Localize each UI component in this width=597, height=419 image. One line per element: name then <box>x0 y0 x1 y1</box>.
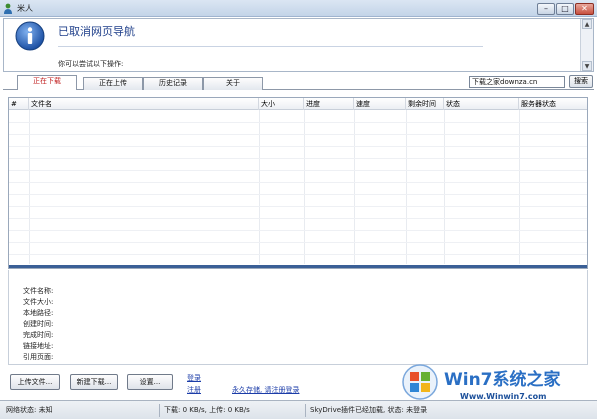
grid-line <box>9 218 587 219</box>
status-bar: 网络状态: 未知 下载: 0 KB/s, 上传: 0 KB/s SkyDrive… <box>0 400 597 419</box>
grid-line <box>9 158 587 159</box>
grid-line <box>9 122 587 123</box>
detail-filename-label: 文件名称: <box>23 287 54 295</box>
maximize-button[interactable]: □ <box>556 3 574 15</box>
col-status[interactable]: 状态 <box>444 98 519 110</box>
browser-scrollbar[interactable]: ▲ ▼ <box>580 19 593 71</box>
tab-about[interactable]: 关于 <box>203 77 263 90</box>
grid-line <box>9 254 587 255</box>
network-status: 网络状态: 未知 <box>2 404 160 417</box>
grid-line <box>9 146 587 147</box>
col-server-status[interactable]: 服务器状态 <box>519 98 587 110</box>
col-size[interactable]: 大小 <box>259 98 304 110</box>
nav-cancelled-heading: 已取消网页导航 <box>58 25 135 38</box>
upload-file-button[interactable]: 上传文件... <box>10 374 60 390</box>
grid-line <box>9 182 587 183</box>
grid-line <box>9 230 587 231</box>
app-person-icon <box>4 3 12 14</box>
nav-hint-text: 你可以尝试以下操作: <box>58 60 124 68</box>
col-index[interactable]: # <box>9 98 29 110</box>
logo-brand-text: Win7系统之家 <box>444 369 561 390</box>
search-input[interactable]: 下载之家downza.cn <box>469 76 565 88</box>
settings-button[interactable]: 设置... <box>127 374 173 390</box>
title-bar: 米人 – □ ✕ <box>0 0 597 17</box>
grid-line <box>9 194 587 195</box>
close-button[interactable]: ✕ <box>575 3 594 15</box>
search-button[interactable]: 搜索 <box>569 75 593 88</box>
list-header: # 文件名 大小 进度 速度 剩余时间 状态 服务器状态 <box>9 98 587 110</box>
transfer-speed-status: 下载: 0 KB/s, 上传: 0 KB/s <box>160 404 306 417</box>
col-filename[interactable]: 文件名 <box>29 98 259 110</box>
detail-completed-label: 完成时间: <box>23 331 54 339</box>
minimize-button[interactable]: – <box>537 3 555 15</box>
plugin-status: SkyDrive插件已经加载, 状态: 未登录 <box>310 406 428 414</box>
info-icon <box>15 21 45 51</box>
grid-line <box>9 134 587 135</box>
detail-referrer-label: 引用页面: <box>23 353 54 361</box>
detail-created-label: 创建时间: <box>23 320 54 328</box>
register-promo-link[interactable]: 永久存储, 请注册登录 <box>232 385 299 395</box>
grid-line <box>9 170 587 171</box>
download-file-list[interactable]: # 文件名 大小 进度 速度 剩余时间 状态 服务器状态 <box>8 97 588 269</box>
detail-filesize-label: 文件大小: <box>23 298 54 306</box>
embedded-browser[interactable]: 已取消网页导航 你可以尝试以下操作: ▲ ▼ <box>3 18 594 72</box>
col-remaining[interactable]: 剩余时间 <box>406 98 444 110</box>
tab-strip: 正在下载 正在上传 历史记录 关于 下载之家downza.cn 搜索 <box>3 74 594 90</box>
scroll-down-arrow-icon[interactable]: ▼ <box>582 61 592 71</box>
grid-line <box>9 242 587 243</box>
col-speed[interactable]: 速度 <box>354 98 406 110</box>
login-link[interactable]: 登录 <box>187 373 201 383</box>
grid-line <box>9 206 587 207</box>
tab-uploading[interactable]: 正在上传 <box>83 77 143 90</box>
file-detail-panel: 文件名称: 文件大小: 本地路径: 创建时间: 完成时间: 链接地址: 引用页面… <box>8 270 588 365</box>
scroll-up-arrow-icon[interactable]: ▲ <box>582 19 592 29</box>
list-splitter[interactable] <box>9 265 587 268</box>
col-progress[interactable]: 进度 <box>304 98 354 110</box>
tab-history[interactable]: 历史记录 <box>143 77 203 90</box>
divider <box>58 46 483 47</box>
detail-localpath-label: 本地路径: <box>23 309 54 317</box>
detail-link-label: 链接地址: <box>23 342 54 350</box>
register-link[interactable]: 注册 <box>187 385 201 395</box>
new-download-button[interactable]: 新建下载... <box>70 374 118 390</box>
window-title: 米人 <box>17 4 33 13</box>
tab-downloading[interactable]: 正在下载 <box>17 75 77 90</box>
